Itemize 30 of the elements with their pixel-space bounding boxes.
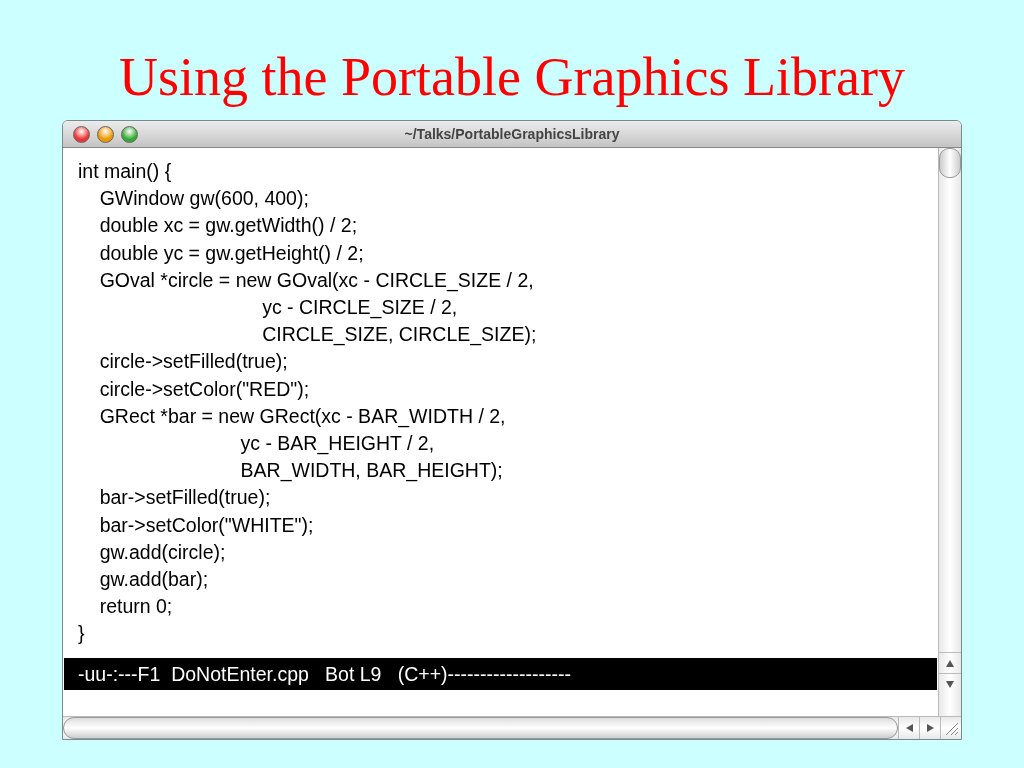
code-line: GOval *circle = new GOval(xc - CIRCLE_SIZE / 2, xyxy=(98,267,534,294)
code-line: gw.add(circle); xyxy=(98,539,226,565)
code-line: return 0; xyxy=(98,594,173,620)
code-line: GWindow gw(600, 400); xyxy=(98,186,309,212)
code-line: bar->setFilled(true); xyxy=(98,485,271,511)
resize-grip-icon[interactable] xyxy=(944,721,958,735)
down-arrow-icon[interactable] xyxy=(946,680,954,688)
scroll-thumb[interactable] xyxy=(939,148,961,178)
code-line: double yc = gw.getHeight() / 2; xyxy=(98,240,364,266)
code-line: bar->setColor("WHITE"); xyxy=(98,512,314,538)
code-line: yc - BAR_HEIGHT / 2, xyxy=(239,431,435,457)
zoom-button[interactable] xyxy=(121,125,138,143)
code-line: circle->setFilled(true); xyxy=(98,349,288,375)
right-arrow-icon[interactable] xyxy=(926,724,934,732)
left-arrow-icon[interactable] xyxy=(905,724,913,732)
window-title: ~/Talks/PortableGraphicsLibrary xyxy=(404,126,620,142)
code-line: gw.add(bar); xyxy=(98,567,209,593)
vertical-scrollbar[interactable] xyxy=(938,148,961,716)
minimize-button[interactable] xyxy=(97,125,114,143)
code-line: BAR_WIDTH, BAR_HEIGHT); xyxy=(239,458,503,484)
code-line: circle->setColor("RED"); xyxy=(98,376,310,402)
up-arrow-icon[interactable] xyxy=(946,659,954,667)
close-button[interactable] xyxy=(73,125,90,143)
code-line: double xc = gw.getWidth() / 2; xyxy=(98,213,358,239)
code-line: } xyxy=(78,621,85,647)
code-line: int main() { xyxy=(78,159,172,184)
code-line: CIRCLE_SIZE, CIRCLE_SIZE); xyxy=(261,322,537,348)
slide-title: Using the Portable Graphics Library xyxy=(119,46,905,109)
code-line: GRect *bar = new GRect(xc - BAR_WIDTH / 2, xyxy=(98,403,506,430)
code-line: yc - CIRCLE_SIZE / 2, xyxy=(261,295,458,321)
